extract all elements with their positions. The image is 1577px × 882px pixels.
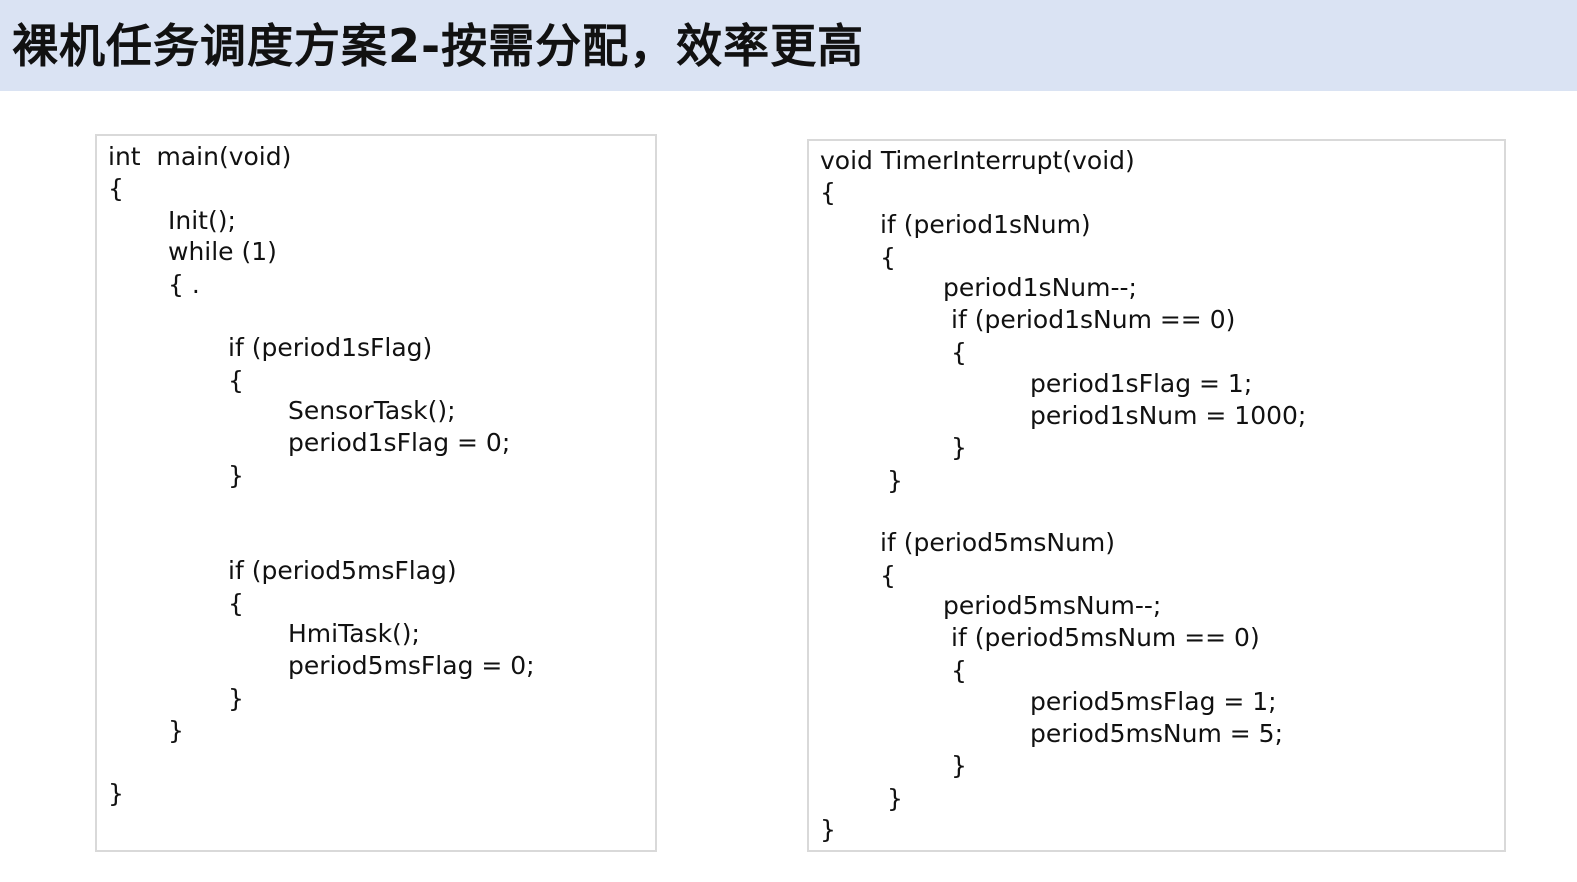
code-line: if (period5msNum == 0) (951, 623, 1260, 652)
slide-title: 裸机任务调度方案2-按需分配，效率更高 (12, 19, 865, 73)
code-line: { (108, 174, 124, 203)
code-line: period1sNum = 1000; (1030, 401, 1307, 430)
code-line: period5msFlag = 1; (1030, 687, 1277, 716)
code-line: void TimerInterrupt(void) (820, 146, 1135, 175)
code-line: } (168, 716, 184, 745)
code-line: { . (168, 270, 200, 299)
code-line: if (period1sNum) (880, 210, 1091, 239)
code-line: if (period5msFlag) (228, 556, 457, 585)
code-line: { (951, 338, 967, 367)
code-line: } (887, 784, 903, 813)
code-line: while (1) (168, 237, 277, 266)
code-line: } (820, 815, 836, 844)
code-line: int main(void) (108, 142, 292, 171)
code-line: { (880, 561, 896, 590)
title-bar: 裸机任务调度方案2-按需分配，效率更高 (0, 0, 1577, 91)
code-line: { (228, 589, 244, 618)
code-line: } (108, 779, 124, 808)
code-line: { (951, 656, 967, 685)
code-line: if (period1sFlag) (228, 333, 433, 362)
code-line: } (951, 751, 967, 780)
code-line: } (887, 466, 903, 495)
code-line: } (228, 684, 244, 713)
code-line: } (228, 461, 244, 490)
code-line: { (820, 178, 836, 207)
code-line: period1sFlag = 1; (1030, 369, 1253, 398)
code-line: period1sNum--; (943, 273, 1137, 302)
code-line: period5msFlag = 0; (288, 651, 535, 680)
code-line: { (228, 366, 244, 395)
code-line: HmiTask(); (288, 619, 420, 648)
code-line: period5msNum = 5; (1030, 719, 1283, 748)
code-line: period5msNum--; (943, 591, 1162, 620)
code-line: { (880, 243, 896, 272)
code-line: SensorTask(); (288, 396, 456, 425)
code-line: } (951, 433, 967, 462)
code-line: Init(); (168, 206, 236, 235)
code-line: if (period1sNum == 0) (951, 305, 1236, 334)
code-line: if (period5msNum) (880, 528, 1116, 557)
code-line: period1sFlag = 0; (288, 428, 511, 457)
